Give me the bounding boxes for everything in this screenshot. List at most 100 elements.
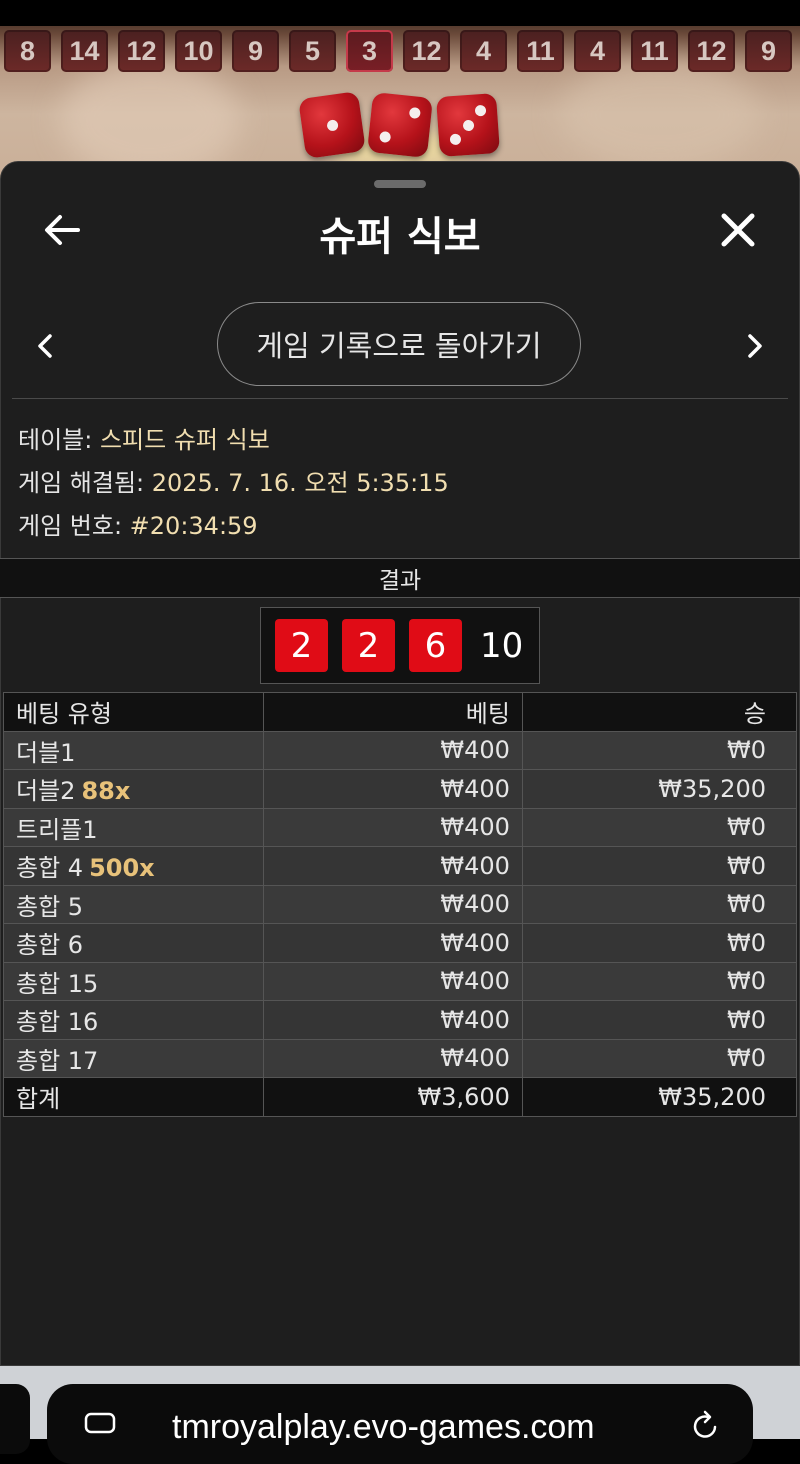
info-game-number-label: 게임 번호: (18, 512, 130, 540)
history-result-chip: 4 (574, 30, 621, 72)
info-resolved: 게임 해결됨: 2025. 7. 16. 오전 5:35:15 (18, 463, 449, 498)
win-amount: ₩0 (521, 1000, 798, 1040)
bet-amount: ₩400 (262, 769, 523, 809)
win-amount: ₩0 (521, 730, 798, 770)
history-result-chip: 12 (403, 30, 450, 72)
divider (12, 398, 788, 399)
history-result-chip: 8 (4, 30, 51, 72)
tabs-icon[interactable] (84, 1412, 116, 1434)
bet-type: 더블2 (16, 777, 76, 806)
bet-amount: ₩400 (262, 846, 523, 886)
history-result-chip: 9 (745, 30, 792, 72)
bet-type-cell: 총합 4 500x (3, 846, 264, 886)
bet-type: 트리플1 (16, 815, 98, 844)
bet-type-cell: 총합 15 (3, 961, 264, 1001)
info-resolved-value: 2025. 7. 16. 오전 5:35:15 (151, 469, 449, 497)
bet-type-cell: 더블1 (3, 730, 264, 770)
result-box: 2 2 6 10 (260, 607, 540, 684)
chevron-right-icon[interactable] (740, 326, 770, 366)
dice-icon (367, 92, 433, 158)
browser-tab-button[interactable] (0, 1384, 30, 1454)
bet-amount: ₩400 (262, 1038, 523, 1078)
result-history-strip: 8 14 12 10 9 5 3 12 4 11 4 11 12 9 (4, 30, 792, 72)
table-row: 총합 5 ₩400 ₩0 (3, 884, 798, 924)
column-header-win: 승 (521, 692, 798, 732)
game-dice (298, 91, 501, 159)
total-bet: ₩3,600 (262, 1077, 523, 1117)
table-row: 총합 15 ₩400 ₩0 (3, 961, 798, 1001)
status-bar (0, 0, 800, 26)
bet-amount: ₩400 (262, 730, 523, 770)
win-amount: ₩35,200 (521, 769, 798, 809)
info-game-number-value: #20:34:59 (129, 512, 258, 540)
info-table-value: 스피드 슈퍼 식보 (99, 426, 270, 454)
history-result-chip: 4 (460, 30, 507, 72)
history-result-chip: 12 (688, 30, 735, 72)
chevron-left-icon[interactable] (30, 326, 60, 366)
result-die: 2 (275, 619, 328, 672)
win-amount: ₩0 (521, 884, 798, 924)
column-header-type: 베팅 유형 (3, 692, 264, 732)
history-result-chip: 10 (175, 30, 222, 72)
table-row: 총합 6 ₩400 ₩0 (3, 923, 798, 963)
history-result-chip: 14 (61, 30, 108, 72)
history-result-chip: 9 (232, 30, 279, 72)
back-to-history-button[interactable]: 게임 기록으로 돌아가기 (217, 302, 581, 386)
history-result-chip: 5 (289, 30, 336, 72)
history-result-chip: 3 (346, 30, 393, 72)
bet-type-cell: 총합 5 (3, 884, 264, 924)
table-row: 트리플1 ₩400 ₩0 (3, 807, 798, 847)
result-header: 결과 (0, 558, 800, 598)
bet-amount: ₩400 (262, 1000, 523, 1040)
bet-type: 총합 17 (16, 1046, 99, 1075)
bet-amount: ₩400 (262, 923, 523, 963)
multiplier-badge: 88x (81, 777, 131, 806)
table-row: 총합 17 ₩400 ₩0 (3, 1038, 798, 1078)
total-win: ₩35,200 (521, 1077, 798, 1117)
dice-icon (435, 92, 501, 158)
info-game-number: 게임 번호: #20:34:59 (18, 506, 258, 541)
multiplier-badge: 500x (89, 854, 155, 883)
bet-type-cell: 총합 16 (3, 1000, 264, 1040)
bet-type: 총합 16 (16, 1008, 99, 1037)
table-row: 총합 4 500x ₩400 ₩0 (3, 846, 798, 886)
bet-type: 총합 15 (16, 969, 99, 998)
table-row: 더블1 ₩400 ₩0 (3, 730, 798, 770)
total-label: 합계 (3, 1077, 264, 1117)
table-total-row: 합계 ₩3,600 ₩35,200 (3, 1077, 798, 1117)
info-table: 테이블: 스피드 슈퍼 식보 (18, 420, 270, 455)
reload-icon[interactable] (690, 1410, 722, 1442)
bet-type: 총합 4 (16, 854, 84, 883)
table-row: 총합 16 ₩400 ₩0 (3, 1000, 798, 1040)
win-amount: ₩0 (521, 923, 798, 963)
bet-type: 총합 6 (16, 931, 84, 960)
info-resolved-label: 게임 해결됨: (18, 469, 152, 497)
bet-amount: ₩400 (262, 884, 523, 924)
table-row: 더블2 88x ₩400 ₩35,200 (3, 769, 798, 809)
bet-type-cell: 총합 17 (3, 1038, 264, 1078)
result-die: 2 (342, 619, 395, 672)
win-amount: ₩0 (521, 1038, 798, 1078)
info-table-label: 테이블: (18, 426, 100, 454)
bet-amount: ₩400 (262, 807, 523, 847)
url-text[interactable]: tmroyalplay.evo-games.com (172, 1408, 595, 1447)
bet-amount: ₩400 (262, 961, 523, 1001)
history-result-chip: 12 (118, 30, 165, 72)
win-amount: ₩0 (521, 807, 798, 847)
table-header-row: 베팅 유형 베팅 승 (3, 692, 798, 732)
close-icon[interactable] (716, 208, 760, 252)
result-total: 10 (480, 625, 524, 666)
bets-table: 베팅 유형 베팅 승 더블1 ₩400 ₩0 더블2 88x ₩400 ₩35,200 트리플… (3, 692, 798, 1117)
dice-icon (298, 91, 366, 159)
column-header-bet: 베팅 (262, 692, 523, 732)
history-result-chip: 11 (517, 30, 564, 72)
page-title: 슈퍼 식보 (319, 214, 481, 260)
win-amount: ₩0 (521, 846, 798, 886)
win-amount: ₩0 (521, 961, 798, 1001)
bet-type-cell: 총합 6 (3, 923, 264, 963)
bet-type-cell: 더블2 88x (3, 769, 264, 809)
bet-type: 총합 5 (16, 892, 84, 921)
sheet-drag-handle[interactable] (374, 180, 426, 188)
bet-type: 더블1 (16, 738, 76, 767)
result-die: 6 (409, 619, 462, 672)
